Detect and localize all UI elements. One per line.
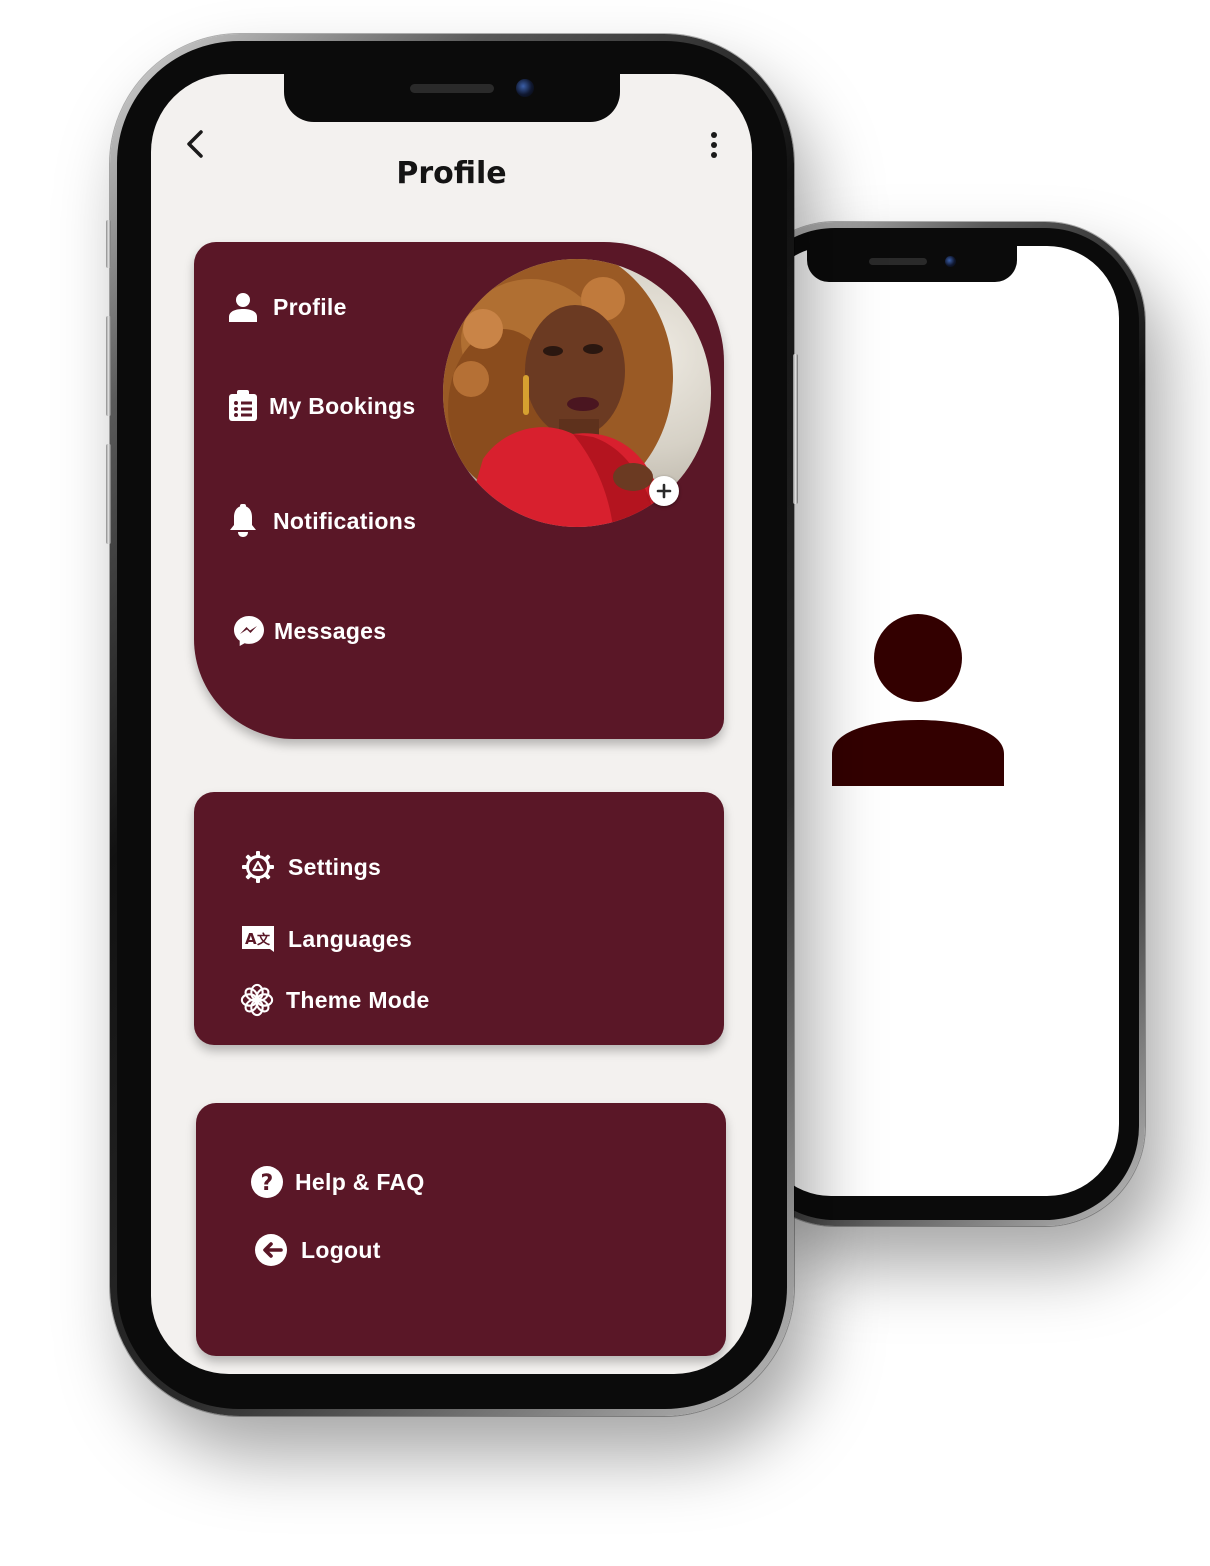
secondary-phone-camera xyxy=(945,256,956,267)
main-phone-notch xyxy=(284,74,620,122)
menu-item-label: Messages xyxy=(274,617,387,644)
menu-item-messages[interactable]: Messages xyxy=(232,614,386,648)
menu-item-my-bookings[interactable]: My Bookings xyxy=(226,389,415,423)
account-menu-card: Profile My Bookings Notifications Messag… xyxy=(194,242,724,739)
menu-item-label: Profile xyxy=(273,293,347,320)
silent-switch xyxy=(106,220,111,268)
svg-text:A: A xyxy=(245,930,257,948)
user-silhouette-icon xyxy=(832,614,1004,786)
preferences-menu-card: Settings A 文 Languages Theme Mode xyxy=(194,792,724,1045)
menu-item-label: Help & FAQ xyxy=(295,1168,425,1195)
menu-item-logout[interactable]: Logout xyxy=(254,1233,381,1267)
theme-flower-icon xyxy=(240,983,274,1017)
menu-item-theme-mode[interactable]: Theme Mode xyxy=(240,983,430,1017)
support-menu-card: ? Help & FAQ Logout xyxy=(196,1103,726,1356)
menu-item-settings[interactable]: Settings xyxy=(241,850,381,884)
svg-text:?: ? xyxy=(260,1171,273,1196)
power-button xyxy=(793,354,798,504)
help-circle-icon: ? xyxy=(250,1165,284,1199)
volume-down-button xyxy=(106,444,111,544)
page-title: Profile xyxy=(396,156,507,191)
profile-screen: Profile Profile My Bookings Notification… xyxy=(151,74,752,1374)
secondary-phone-screen xyxy=(759,246,1119,1196)
svg-text:文: 文 xyxy=(257,932,271,948)
menu-item-profile[interactable]: Profile xyxy=(226,290,347,324)
clipboard-list-icon xyxy=(226,389,260,423)
plus-icon xyxy=(656,483,672,499)
add-photo-button[interactable] xyxy=(649,476,679,506)
more-vertical-icon xyxy=(711,132,717,158)
logout-icon xyxy=(254,1233,288,1267)
main-phone-speaker xyxy=(410,84,494,93)
menu-item-label: Settings xyxy=(288,853,382,880)
menu-item-label: Logout xyxy=(301,1236,381,1263)
volume-up-button xyxy=(106,316,111,416)
main-phone-mockup: Profile Profile My Bookings Notification… xyxy=(106,34,798,1416)
menu-item-label: Theme Mode xyxy=(286,986,430,1013)
person-icon xyxy=(226,290,260,324)
messenger-icon xyxy=(232,614,266,648)
translate-icon: A 文 xyxy=(241,922,275,956)
main-phone-camera xyxy=(516,79,534,97)
menu-item-label: My Bookings xyxy=(269,392,416,419)
more-options-button[interactable] xyxy=(704,128,724,164)
secondary-phone-speaker xyxy=(869,258,927,265)
menu-item-notifications[interactable]: Notifications xyxy=(226,504,416,538)
gear-icon xyxy=(241,850,275,884)
menu-item-label: Notifications xyxy=(273,507,417,534)
menu-item-languages[interactable]: A 文 Languages xyxy=(241,922,412,956)
menu-item-label: Languages xyxy=(288,925,413,952)
bell-icon xyxy=(226,504,260,538)
menu-item-help-faq[interactable]: ? Help & FAQ xyxy=(250,1165,425,1199)
